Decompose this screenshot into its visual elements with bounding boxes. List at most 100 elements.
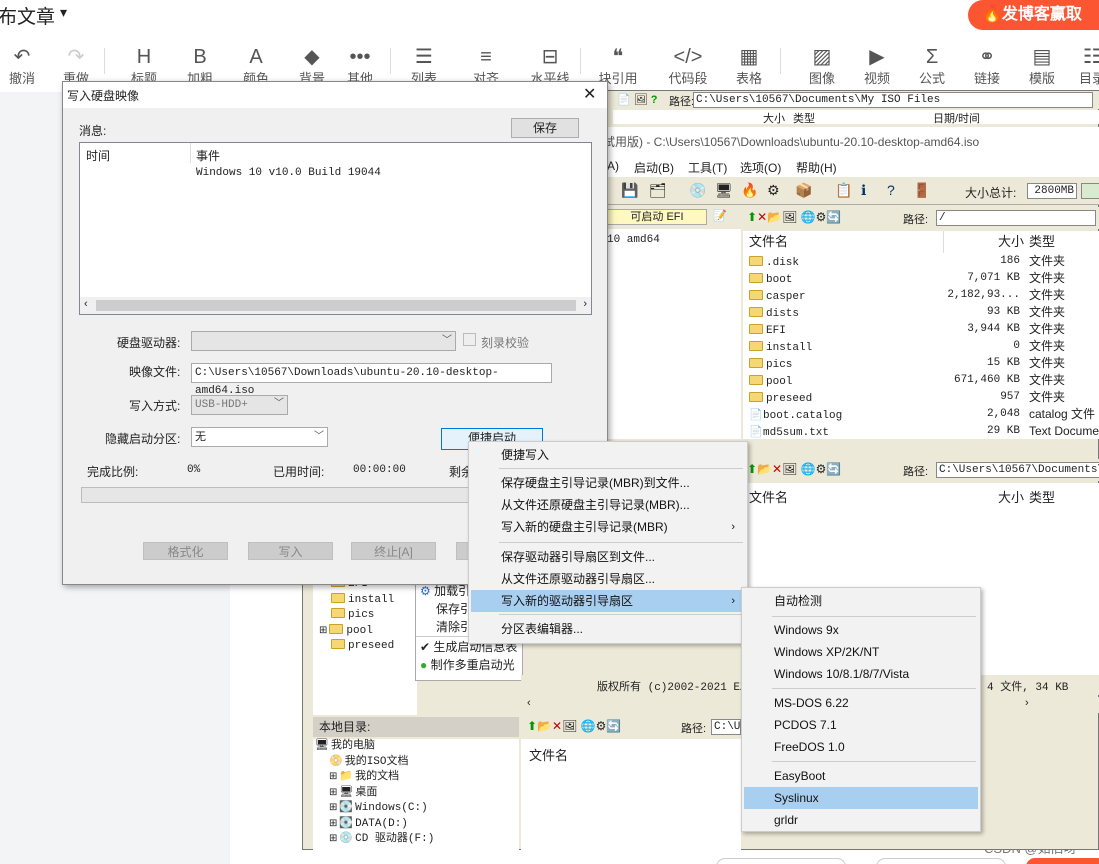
help-icon[interactable]: ? (887, 182, 895, 198)
menu-a[interactable]: A) (607, 159, 619, 173)
clear-boot-item[interactable]: 清除引 (436, 620, 472, 635)
lower-path-field[interactable]: C:\Users\10567\Documents\My (936, 462, 1099, 478)
preview-button[interactable] (876, 858, 1006, 864)
expand-icon[interactable]: ⊞ (329, 802, 337, 813)
drive-select[interactable]: ﹀ (191, 331, 456, 351)
submenu-item-0[interactable]: 自动检测 (744, 590, 978, 612)
burn-icon[interactable]: 🔥 (741, 182, 758, 199)
expand-icon[interactable]: ⊞ (319, 625, 327, 636)
submenu-item-5[interactable]: PCDOS 7.1 (744, 714, 978, 736)
file-row[interactable]: casper 2,182,93... 文件夹 (743, 287, 1099, 304)
toolbar-button-15[interactable]: Σ 公式 (910, 45, 954, 89)
tree-item[interactable]: ⊞ pool (319, 622, 373, 637)
submenu-item-8[interactable]: Syslinux (744, 787, 978, 809)
close-icon[interactable]: ✕ (583, 84, 596, 104)
tree-item[interactable]: install (331, 591, 394, 606)
menu-item-5[interactable]: 从文件还原驱动器引导扇区... (471, 568, 745, 590)
menu-item-1[interactable]: 保存硬盘主引导记录(MBR)到文件... (471, 472, 745, 494)
file-row[interactable]: pool 671,460 KB 文件夹 (743, 372, 1099, 389)
image-file-field[interactable]: C:\Users\10567\Downloads\ubuntu-20.10-de… (191, 363, 552, 397)
save-icon[interactable]: 💾 (621, 182, 638, 199)
file-row[interactable]: 📄boot.catalog 2,048 catalog 文件 (743, 406, 1099, 423)
file-row[interactable]: .disk 186 文件夹 (743, 253, 1099, 270)
save-log-button[interactable]: 保存 (511, 118, 579, 138)
menu-item-0[interactable]: 便捷写入 (471, 444, 745, 466)
expand-icon[interactable]: ⊞ (329, 771, 337, 782)
local-tree-item[interactable]: ⊞ 💽 DATA(D:) (329, 815, 408, 830)
verify-checkbox[interactable] (463, 333, 476, 346)
file-row[interactable]: install 0 文件夹 (743, 338, 1099, 355)
expand-icon[interactable]: ⊞ (329, 818, 337, 829)
tree-root[interactable]: 10 amd64 (607, 233, 660, 248)
menu-options[interactable]: 选项(O) (740, 159, 781, 176)
image-path-field[interactable]: / (936, 210, 1096, 226)
local-tree-item[interactable]: ⊞ 🖥 桌面 (329, 784, 377, 799)
local-path-field[interactable]: C:\Us (711, 719, 741, 735)
file-row[interactable]: boot 7,071 KB 文件夹 (743, 270, 1099, 287)
publish-button[interactable] (1026, 858, 1099, 864)
file-row[interactable]: EFI 3,944 KB 文件夹 (743, 321, 1099, 338)
menu-item-2[interactable]: 从文件还原硬盘主引导记录(MBR)... (471, 494, 745, 516)
local-tree-item[interactable]: 📀 我的ISO文档 (329, 753, 409, 768)
toolbar-button-11[interactable]: </> 代码段 (666, 45, 710, 89)
save-boot-item[interactable]: 保存引 (436, 602, 472, 617)
saveas-icon[interactable]: 🗂 (649, 182, 667, 199)
file-row[interactable]: 📄md5sum.txt 29 KB Text Document (743, 423, 1099, 440)
expand-icon[interactable]: ⊞ (329, 833, 337, 844)
menu-item-7[interactable]: 分区表编辑器... (471, 618, 745, 640)
hidden-partition-select[interactable]: 无 ﹀ (191, 427, 328, 447)
expand-icon[interactable]: ⊞ (329, 787, 337, 798)
tree-item[interactable]: pics (331, 606, 374, 621)
caret-down-icon[interactable]: ▾ (60, 4, 67, 21)
toolbar-button-18[interactable]: ☷ 目录 (1070, 45, 1099, 89)
menu-item-4[interactable]: 保存驱动器引导扇区到文件... (471, 546, 745, 568)
menu-help[interactable]: 帮助(H) (796, 159, 837, 176)
toolbar-button-12[interactable]: ▦ 表格 (727, 45, 771, 89)
log-hscrollbar[interactable]: ‹ › (80, 297, 591, 314)
file-row[interactable]: preseed 957 文件夹 (743, 389, 1099, 406)
submenu-item-6[interactable]: FreeDOS 1.0 (744, 736, 978, 758)
write-button[interactable]: 写入 (248, 542, 333, 560)
toolbar-icons[interactable]: 📄 🖼 ? (617, 93, 658, 106)
menu-tools[interactable]: 工具(T) (688, 159, 727, 176)
image-toolbar-icons[interactable]: ⬆✕📂🖼 🌐⚙🔄 (747, 210, 841, 224)
mount-icon[interactable]: 🖥 (715, 182, 733, 199)
toolbar-button-16[interactable]: ⚭ 链接 (965, 45, 1009, 89)
multiboot-item[interactable]: ● 制作多重启动光 (420, 658, 515, 673)
edit-icon[interactable]: 📝 (713, 209, 727, 222)
lower-toolbar-icons[interactable]: ⬆📂✕🖼 🌐⚙🔄 (747, 462, 841, 476)
draft-button[interactable] (716, 858, 846, 864)
toolbar-button-17[interactable]: ▤ 模版 (1020, 45, 1064, 89)
file-row[interactable]: pics 15 KB 文件夹 (743, 355, 1099, 372)
local-tree-item[interactable]: ⊞ 📁 我的文档 (329, 768, 399, 783)
exit-icon[interactable]: 🚪 (913, 182, 930, 199)
file-row[interactable]: dists 93 KB 文件夹 (743, 304, 1099, 321)
menu-item-6[interactable]: 写入新的驱动器引导扇区 › (471, 590, 745, 612)
convert-icon[interactable]: ⚙ (767, 182, 780, 199)
toolbar-button-14[interactable]: ▶ 视频 (855, 45, 899, 89)
toolbar-button-13[interactable]: ▨ 图像 (800, 45, 844, 89)
local-toolbar-icons[interactable]: ⬆📂✕🖼 🌐⚙🔄 (527, 719, 621, 733)
submenu-item-9[interactable]: grldr (744, 809, 978, 831)
submenu-item-3[interactable]: Windows 10/8.1/8/7/Vista (744, 663, 978, 685)
submenu-item-4[interactable]: MS-DOS 6.22 (744, 692, 978, 714)
compress-icon[interactable]: 📦 (795, 182, 812, 199)
write-mode-select[interactable]: USB-HDD+ ﹀ (191, 395, 288, 415)
menu-boot[interactable]: 启动(B) (634, 159, 674, 176)
promo-button[interactable]: 🔥发博客赢取 (968, 0, 1099, 30)
extract-icon[interactable]: 💿 (689, 182, 706, 199)
top-path-field[interactable]: C:\Users\10567\Documents\My ISO Files (693, 92, 1093, 108)
local-tree-item[interactable]: 🖥 我的电脑 (315, 737, 375, 752)
submenu-item-1[interactable]: Windows 9x (744, 619, 978, 641)
menu-item-3[interactable]: 写入新的硬盘主引导记录(MBR) › (471, 516, 745, 538)
load-boot-item[interactable]: ⚙ 加载引 (420, 584, 470, 599)
submenu-item-2[interactable]: Windows XP/2K/NT (744, 641, 978, 663)
abort-button[interactable]: 终止[A] (351, 542, 436, 560)
submenu-item-7[interactable]: EasyBoot (744, 765, 978, 787)
properties-icon[interactable]: 📋 (835, 182, 852, 199)
local-tree-item[interactable]: ⊞ 💿 CD 驱动器(F:) (329, 830, 434, 845)
toolbar-button-0[interactable]: ↶ 撤消 (0, 45, 44, 89)
tree-item[interactable]: preseed (331, 637, 394, 652)
format-button[interactable]: 格式化 (143, 542, 228, 560)
info-icon[interactable]: ℹ (861, 182, 866, 199)
